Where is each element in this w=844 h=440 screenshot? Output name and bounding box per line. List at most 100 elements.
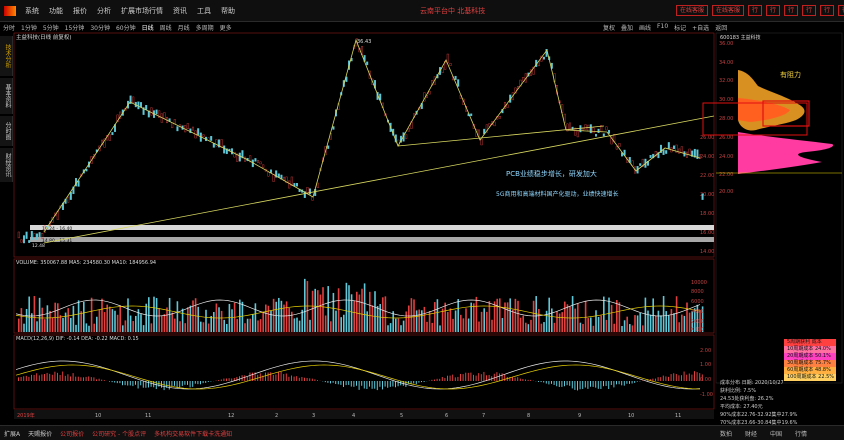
candle xyxy=(457,79,460,87)
macd-bar xyxy=(28,376,30,381)
candle xyxy=(137,101,140,110)
macd-bar xyxy=(579,381,581,390)
volume-bar xyxy=(41,307,43,332)
volume-bar xyxy=(101,298,103,332)
price-axis-label: 24.00 xyxy=(700,154,714,160)
volume-bar xyxy=(465,308,467,332)
volume-bar xyxy=(171,312,173,332)
candle xyxy=(480,138,483,146)
macd-bar xyxy=(548,381,550,385)
candle xyxy=(197,128,200,135)
volume-bar xyxy=(278,297,280,332)
candle xyxy=(649,155,652,158)
volume-bar xyxy=(493,301,496,332)
volume-bar xyxy=(327,286,329,332)
candle xyxy=(191,126,194,131)
volume-bar xyxy=(122,325,124,332)
chip-legend-5[interactable]: 5周期获利 成本 xyxy=(784,339,836,346)
volume-bar xyxy=(460,314,462,332)
macd-bar xyxy=(434,379,435,381)
candle xyxy=(150,107,153,116)
macd-bar xyxy=(340,381,342,385)
volume-bar xyxy=(353,300,355,332)
volume-bar xyxy=(395,318,397,332)
macd-bar xyxy=(311,378,313,381)
macd-title: MACD(12,26,9) DIF: -0.14 DEA: -0.22 MACD… xyxy=(16,336,139,342)
date-label: 6 xyxy=(445,413,448,419)
volume-bar xyxy=(184,323,186,332)
candle xyxy=(665,150,668,154)
volume-bar xyxy=(439,325,441,332)
volume-bar xyxy=(382,297,384,332)
chip-legend-30[interactable]: 30周期成本 75.7% xyxy=(784,360,836,367)
volume-bar xyxy=(311,290,314,332)
volume-bar xyxy=(657,310,660,332)
volume-bar xyxy=(548,297,550,332)
chip-legend-60[interactable]: 60周期成本 48.8% xyxy=(784,367,836,374)
volume-bar xyxy=(644,297,647,332)
volume-bar xyxy=(145,303,147,332)
volume-bar xyxy=(127,298,129,332)
status-item[interactable]: 多机构交易软件下载卡洗通知 xyxy=(150,429,236,438)
volume-bar xyxy=(140,314,142,332)
candle xyxy=(506,104,509,108)
status-item[interactable]: 公司报价 xyxy=(56,429,88,438)
volume-bar xyxy=(678,322,680,332)
volume-bar xyxy=(306,281,309,332)
volume-bar xyxy=(376,306,379,332)
volume-bar xyxy=(616,300,618,332)
chip-legend-100[interactable]: 100周期成本 22.5% xyxy=(784,374,836,381)
macd-bar xyxy=(140,381,142,386)
chip-legend-20[interactable]: 20周期成本 50.1% xyxy=(784,353,836,360)
macd-bar xyxy=(657,377,659,381)
status-bar: 扩展A 天赐报价 公司报价 公司研究 - 个股点评 多机构交易软件下载卡洗通知 … xyxy=(0,425,844,440)
volume-bar xyxy=(109,306,111,332)
volume-bar xyxy=(642,325,644,332)
candle xyxy=(589,124,592,134)
volume-bar xyxy=(499,298,501,332)
chip-legend-10[interactable]: 10周期成本 24.0% xyxy=(784,346,836,353)
volume-bar xyxy=(270,310,272,332)
macd-bar xyxy=(93,377,95,381)
macd-bar xyxy=(72,373,74,381)
volume-bar xyxy=(231,309,233,332)
macd-bar xyxy=(660,377,662,381)
volume-bar xyxy=(114,310,116,332)
chip-axis-label: 30.00 xyxy=(719,97,733,103)
volume-bar xyxy=(556,311,558,332)
volume-bar xyxy=(246,318,249,332)
status-item[interactable]: 公司研究 - 个股点评 xyxy=(88,429,150,438)
date-label: 2 xyxy=(275,413,278,419)
status-right-item[interactable]: 财经 xyxy=(741,429,761,438)
macd-bar xyxy=(197,381,199,385)
macd-bar xyxy=(57,372,58,381)
volume-bar xyxy=(179,321,181,332)
volume-bar xyxy=(569,306,571,332)
volume-bar xyxy=(103,312,106,332)
volume-bar xyxy=(129,315,132,332)
volume-bar xyxy=(335,310,337,332)
volume-bar xyxy=(25,308,28,332)
candle xyxy=(327,145,330,149)
date-label: 10 xyxy=(628,413,634,419)
volume-bar xyxy=(610,304,613,332)
volume-bar xyxy=(200,321,202,332)
macd-bar xyxy=(551,381,552,384)
status-item[interactable]: 天赐报价 xyxy=(24,429,56,438)
volume-bar xyxy=(538,308,540,332)
macd-bar xyxy=(192,381,194,387)
macd-bar xyxy=(51,374,53,381)
chip-axis-label: 34.00 xyxy=(719,60,733,66)
volume-bars xyxy=(15,278,704,332)
candle xyxy=(309,188,312,195)
macd-bar xyxy=(327,381,329,383)
status-right-item[interactable]: 行情 xyxy=(791,429,811,438)
chip-axis-label: 24.00 xyxy=(719,154,733,160)
volume-bar xyxy=(330,321,332,332)
macd-bar xyxy=(189,381,191,388)
status-right-item[interactable]: 中国 xyxy=(766,429,786,438)
status-right-item[interactable]: 数拍 xyxy=(716,429,736,438)
macd-bar xyxy=(564,381,565,387)
price-axis-label: 22.00 xyxy=(700,173,714,179)
status-item[interactable]: 扩展A xyxy=(0,429,24,438)
